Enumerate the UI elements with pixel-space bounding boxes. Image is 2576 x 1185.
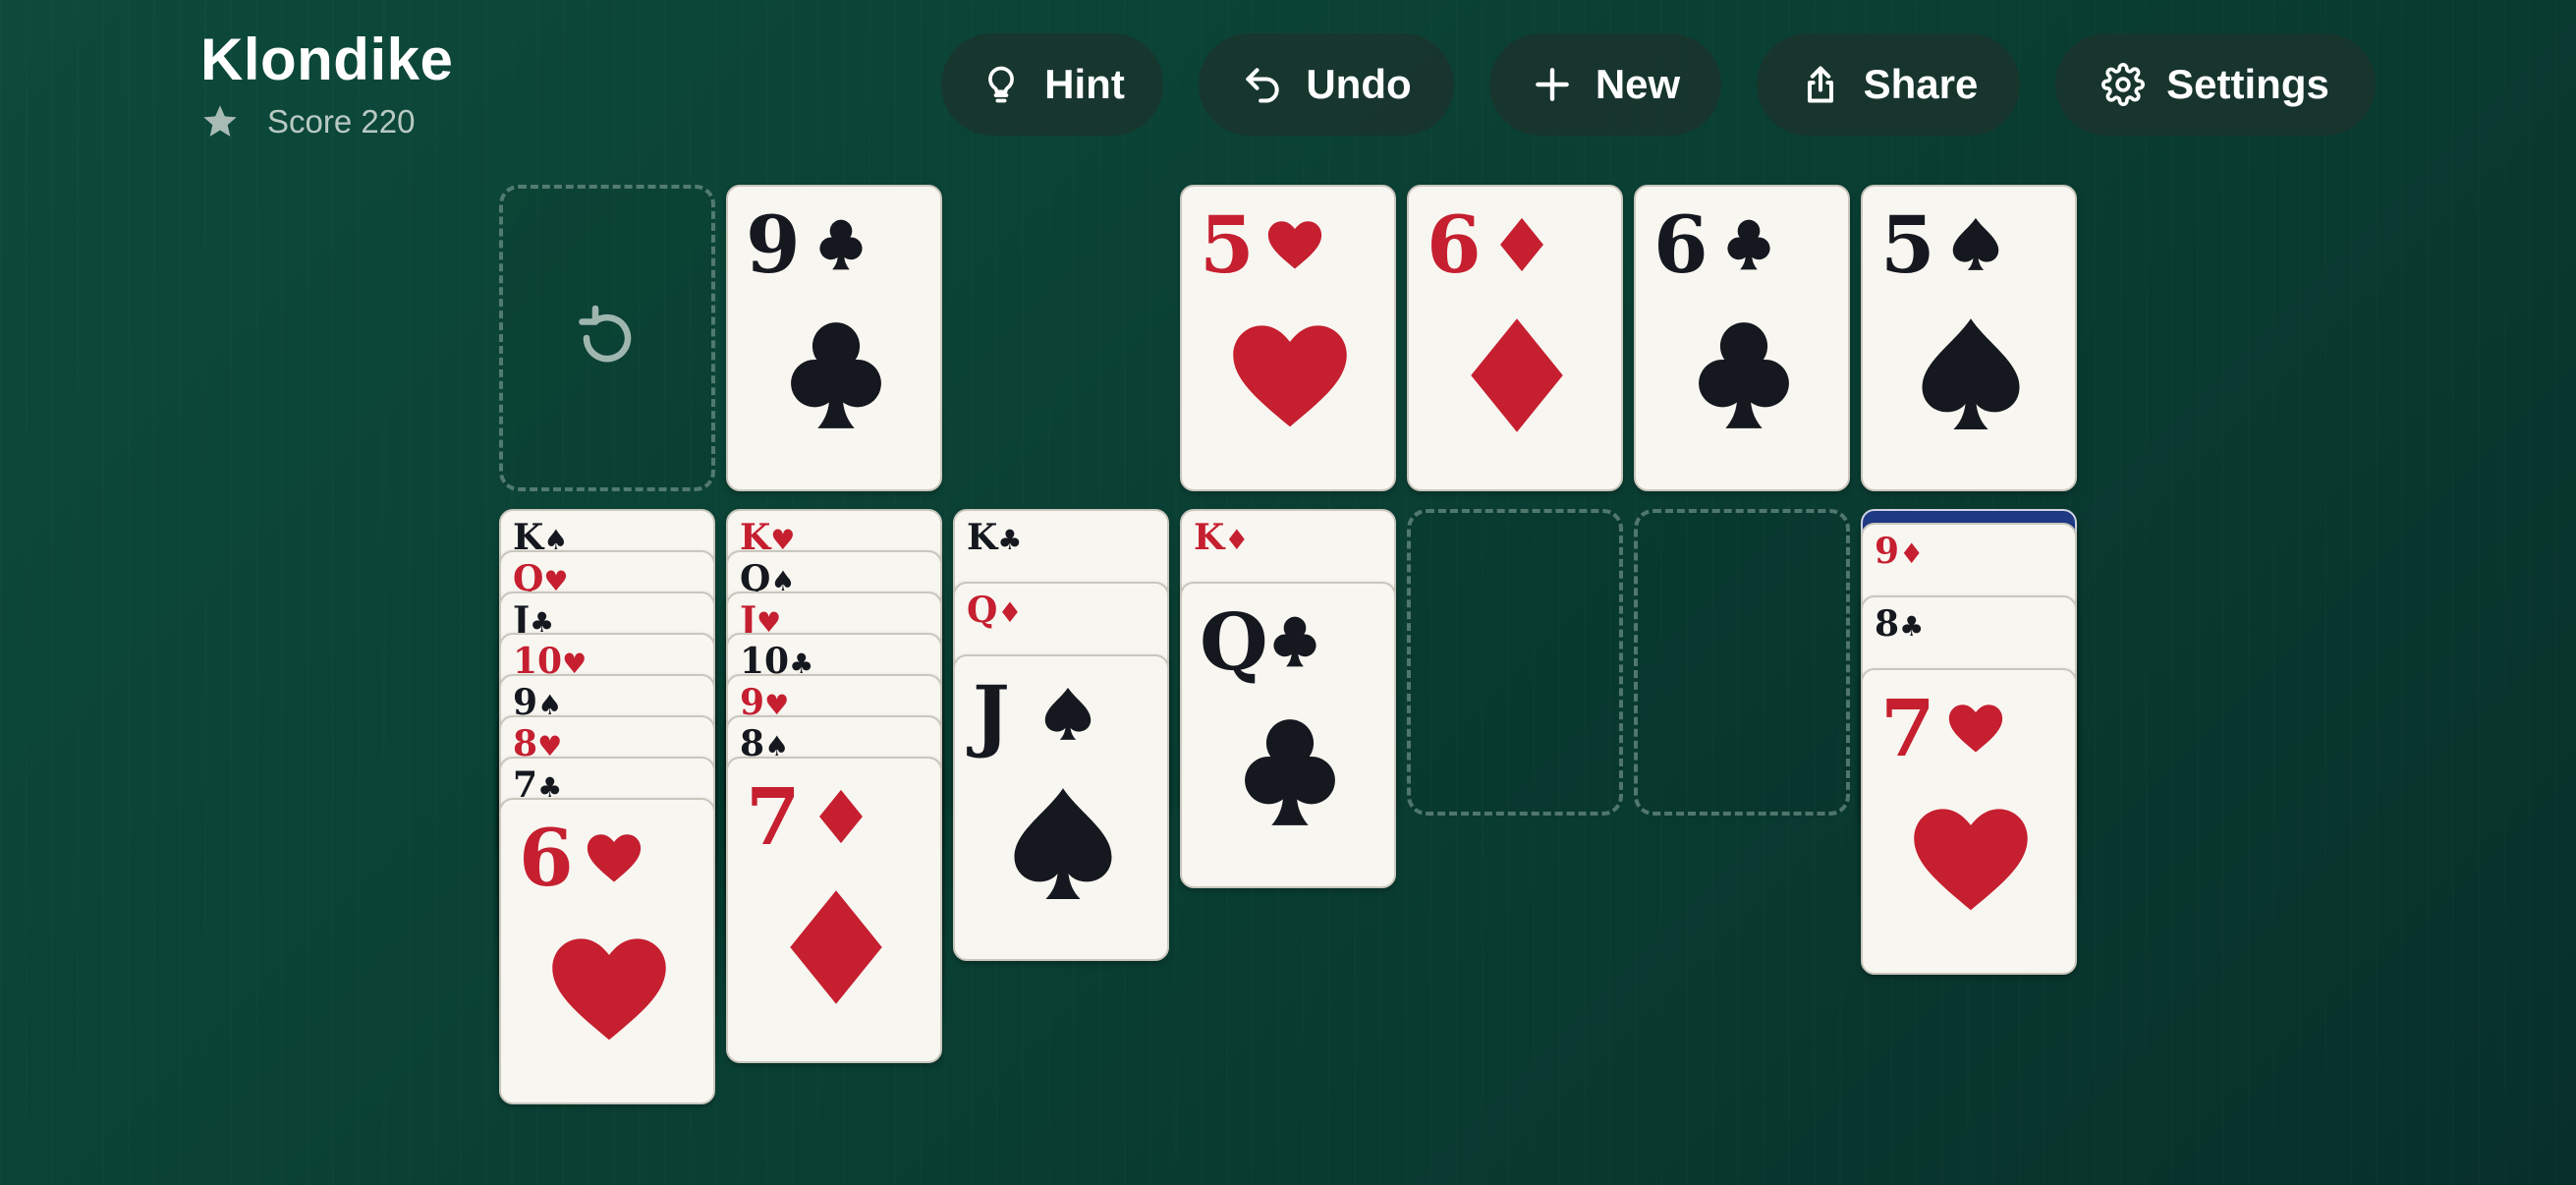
playing-card[interactable]: 6 bbox=[499, 798, 715, 1104]
playing-card[interactable]: 7 bbox=[1861, 668, 2077, 975]
card-rank-text: Q bbox=[1200, 595, 1268, 688]
card-rank: 7 bbox=[746, 770, 801, 863]
diamond-icon bbox=[1500, 217, 1543, 272]
share-button[interactable]: Share bbox=[1757, 33, 2020, 136]
card-rank: 9 bbox=[746, 198, 801, 291]
playing-card[interactable]: 5 bbox=[1861, 185, 2077, 491]
card-rank: K♣ bbox=[967, 517, 1022, 558]
heart-icon bbox=[1948, 705, 2003, 753]
card-rank-text: Q bbox=[967, 590, 998, 631]
stock-pile[interactable] bbox=[499, 185, 715, 491]
share-label: Share bbox=[1863, 61, 1979, 107]
recycle-icon bbox=[579, 305, 632, 363]
card-rank-text: 5 bbox=[1200, 198, 1255, 291]
playing-card[interactable]: 5 bbox=[1180, 185, 1396, 491]
plus-icon bbox=[1535, 68, 1569, 101]
game-title: Klondike bbox=[200, 27, 454, 92]
card-rank-text: 5 bbox=[1880, 198, 1935, 291]
score-label: Score 220 bbox=[267, 103, 416, 140]
diamond-icon bbox=[790, 890, 882, 1004]
card-rank: Q bbox=[1200, 595, 1268, 688]
card-rank-text: 8 bbox=[1875, 603, 1900, 645]
card-rank-text: 7 bbox=[1880, 682, 1935, 774]
diamond-icon: ♦ bbox=[1224, 524, 1250, 556]
undo-label: Undo bbox=[1306, 61, 1412, 107]
heart-icon bbox=[587, 834, 642, 882]
card-rank: 6 bbox=[519, 812, 574, 904]
card-rank: 8♣ bbox=[1875, 603, 1924, 645]
card-rank: 9♦ bbox=[1875, 531, 1924, 572]
playing-card[interactable]: Q bbox=[1180, 582, 1396, 888]
new-label: New bbox=[1595, 61, 1681, 107]
card-rank: 6 bbox=[1653, 198, 1708, 291]
diamond-icon bbox=[819, 789, 863, 844]
card-rank-text: 7 bbox=[746, 770, 801, 863]
card-rank-text: 6 bbox=[1653, 198, 1708, 291]
playing-card[interactable]: 6 bbox=[1634, 185, 1850, 491]
club-icon bbox=[819, 219, 863, 270]
heart-icon bbox=[1233, 325, 1347, 427]
undo-icon bbox=[1246, 68, 1279, 103]
hint-label: Hint bbox=[1044, 61, 1125, 107]
spade-icon bbox=[1014, 788, 1112, 899]
card-rank: 5 bbox=[1200, 198, 1255, 291]
new-game-button[interactable]: New bbox=[1489, 33, 1721, 136]
club-icon bbox=[1699, 322, 1789, 428]
card-rank: 7 bbox=[1880, 682, 1935, 774]
gear-icon bbox=[2101, 63, 2146, 106]
spade-icon bbox=[1952, 217, 1999, 270]
diamond-icon: ♦ bbox=[1899, 537, 1925, 570]
card-rank: 6 bbox=[1427, 198, 1482, 291]
club-icon bbox=[791, 322, 881, 428]
heart-icon bbox=[1914, 809, 2028, 911]
card-rank-text: 6 bbox=[519, 812, 574, 904]
card-rank: 5 bbox=[1880, 198, 1935, 291]
playing-card[interactable]: 6 bbox=[1407, 185, 1623, 491]
card-rank-text: 6 bbox=[1427, 198, 1482, 291]
club-icon: ♣ bbox=[997, 524, 1023, 556]
star-icon bbox=[203, 105, 237, 137]
diamond-icon bbox=[1471, 318, 1563, 432]
heart-icon bbox=[552, 938, 666, 1041]
playing-card[interactable]: 9 bbox=[726, 185, 942, 491]
settings-button[interactable]: Settings bbox=[2055, 33, 2376, 136]
settings-label: Settings bbox=[2166, 61, 2329, 107]
club-icon bbox=[1727, 219, 1770, 270]
card-rank-text: 9 bbox=[746, 198, 801, 291]
hint-button[interactable]: Hint bbox=[941, 33, 1163, 136]
card-rank-text: K bbox=[1194, 517, 1225, 558]
spade-icon bbox=[1044, 687, 1092, 740]
playing-card[interactable]: J bbox=[953, 654, 1169, 961]
card-rank-text: K bbox=[967, 517, 998, 558]
club-icon bbox=[1245, 719, 1335, 825]
club-icon bbox=[1273, 616, 1316, 667]
empty-tableau-slot[interactable] bbox=[1407, 509, 1623, 816]
card-rank: Q♦ bbox=[967, 590, 1023, 631]
card-rank-text: 9 bbox=[1875, 531, 1900, 572]
playing-card[interactable]: 7 bbox=[726, 757, 942, 1063]
share-icon bbox=[1807, 66, 1833, 103]
heart-icon bbox=[1267, 221, 1322, 269]
spade-icon bbox=[1922, 318, 2020, 429]
lightbulb-icon bbox=[988, 66, 1015, 103]
card-rank-text: J bbox=[973, 668, 1010, 761]
diamond-icon: ♦ bbox=[997, 596, 1023, 629]
undo-button[interactable]: Undo bbox=[1199, 33, 1454, 136]
club-icon: ♣ bbox=[1899, 610, 1925, 643]
empty-tableau-slot[interactable] bbox=[1634, 509, 1850, 816]
card-rank: K♦ bbox=[1194, 517, 1249, 558]
score-display: Score 220 bbox=[200, 102, 415, 141]
card-rank: J bbox=[973, 668, 1010, 761]
